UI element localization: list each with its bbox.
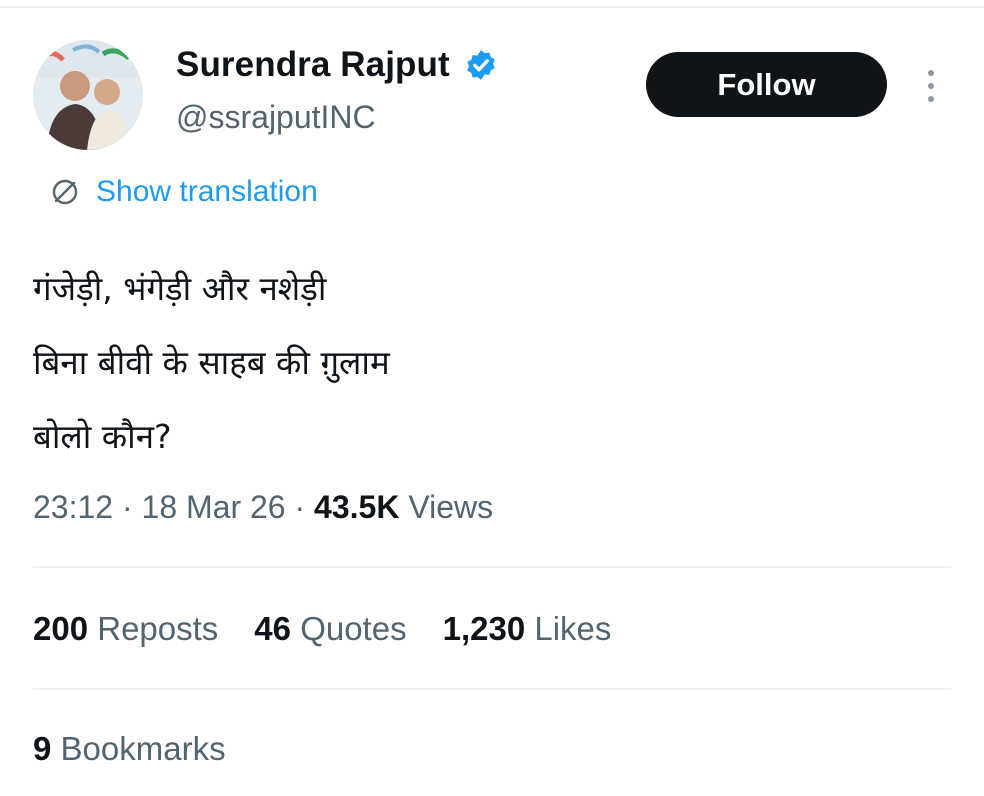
avatar-photo (33, 40, 143, 150)
bookmarks-label: Bookmarks (60, 730, 226, 767)
tweet-time[interactable]: 23:12 (33, 489, 113, 525)
likes-label: Likes (534, 610, 612, 647)
likes-stat[interactable]: 1,230 Likes (443, 610, 612, 648)
verified-badge-icon (464, 48, 498, 82)
more-vertical-icon (928, 70, 934, 76)
views-label: Views (408, 489, 494, 525)
more-vertical-icon-dot (928, 96, 934, 102)
views-count: 43.5K (314, 489, 400, 525)
quotes-count: 46 (254, 610, 292, 647)
quotes-stat[interactable]: 46 Quotes (254, 610, 406, 648)
tweet-meta: 23:12 · 18 Mar 26 · 43.5K Views (33, 489, 493, 526)
show-translation-link[interactable]: Show translation (48, 175, 318, 209)
likes-count: 1,230 (442, 610, 526, 647)
tweet-line: बिना बीवी के साहब की ग़ुलाम (33, 343, 390, 382)
more-options-button[interactable] (916, 62, 946, 110)
quotes-label: Quotes (300, 610, 407, 647)
tweet-date[interactable]: 18 Mar 26 (142, 489, 286, 525)
engagement-stats: 200 Reposts 46 Quotes 1,230 Likes (33, 610, 647, 648)
tweet-line: गंजेड़ी, भंगेड़ी और नशेड़ी (33, 269, 327, 308)
avatar[interactable] (33, 40, 143, 150)
meta-separator: · (294, 489, 306, 525)
author-name-row: Surendra Rajput (176, 45, 498, 85)
reposts-stat[interactable]: 200 Reposts (33, 610, 218, 648)
author-handle[interactable]: @ssrajputINC (176, 99, 376, 136)
meta-separator: · (121, 489, 133, 525)
top-divider (0, 6, 984, 8)
bookmarks-stat[interactable]: 9 Bookmarks (33, 730, 226, 768)
divider (33, 688, 951, 690)
reposts-label: Reposts (97, 610, 219, 647)
divider (33, 566, 951, 568)
author-display-name[interactable]: Surendra Rajput (176, 45, 450, 85)
bookmarks-count: 9 (33, 730, 52, 767)
tweet-line: बोलो कौन? (33, 417, 172, 456)
follow-button[interactable]: Follow (646, 52, 887, 117)
more-vertical-icon-dot (928, 83, 934, 89)
tweet-text: गंजेड़ी, भंगेड़ी और नशेड़ी बिना बीवी के … (33, 252, 390, 474)
translate-globe-icon (52, 179, 78, 205)
reposts-count: 200 (33, 610, 89, 647)
show-translation-label: Show translation (96, 175, 318, 208)
